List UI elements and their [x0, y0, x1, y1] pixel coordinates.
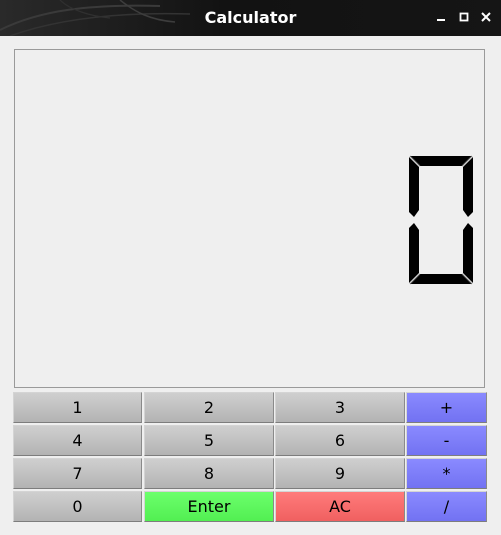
calculator-window: Calculator 0 123+456- 78: [0, 0, 501, 535]
segment-lower-right: [463, 223, 473, 283]
seven-segment-digit: [409, 155, 473, 285]
maximize-icon[interactable]: [456, 9, 472, 25]
digit-2-button[interactable]: 2: [144, 392, 274, 423]
digit-9-button[interactable]: 9: [275, 458, 405, 489]
display-value: 0: [15, 50, 16, 51]
subtract-button[interactable]: -: [406, 425, 487, 456]
digit-0-button[interactable]: 0: [13, 491, 142, 522]
divide-button[interactable]: /: [406, 491, 487, 522]
segment-upper-right: [463, 157, 473, 217]
multiply-button[interactable]: *: [406, 458, 487, 489]
digit-3-button[interactable]: 3: [275, 392, 405, 423]
clear-button[interactable]: AC: [275, 491, 405, 522]
keypad: 1 2 3 +4 5 6- 7 8 9 * 0 Enter AC /: [13, 392, 488, 523]
enter-button[interactable]: Enter: [144, 491, 274, 522]
digit-6-button[interactable]: 6: [275, 425, 405, 456]
digit-8-button[interactable]: 8: [144, 458, 274, 489]
window-title: Calculator: [204, 8, 297, 27]
digit-7-button[interactable]: 7: [13, 458, 142, 489]
segment-top: [410, 156, 472, 166]
digit-1-button[interactable]: 1: [13, 392, 142, 423]
digit-4-button[interactable]: 4: [13, 425, 142, 456]
add-button[interactable]: +: [406, 392, 487, 423]
segment-bottom: [410, 274, 472, 284]
digit-5-button[interactable]: 5: [144, 425, 274, 456]
title-bar[interactable]: Calculator: [0, 0, 501, 36]
segment-lower-left: [409, 223, 419, 283]
calculator-display: 0: [14, 49, 485, 388]
segment-upper-left: [409, 157, 419, 217]
minimize-icon[interactable]: [433, 9, 449, 25]
close-icon[interactable]: [478, 9, 494, 25]
